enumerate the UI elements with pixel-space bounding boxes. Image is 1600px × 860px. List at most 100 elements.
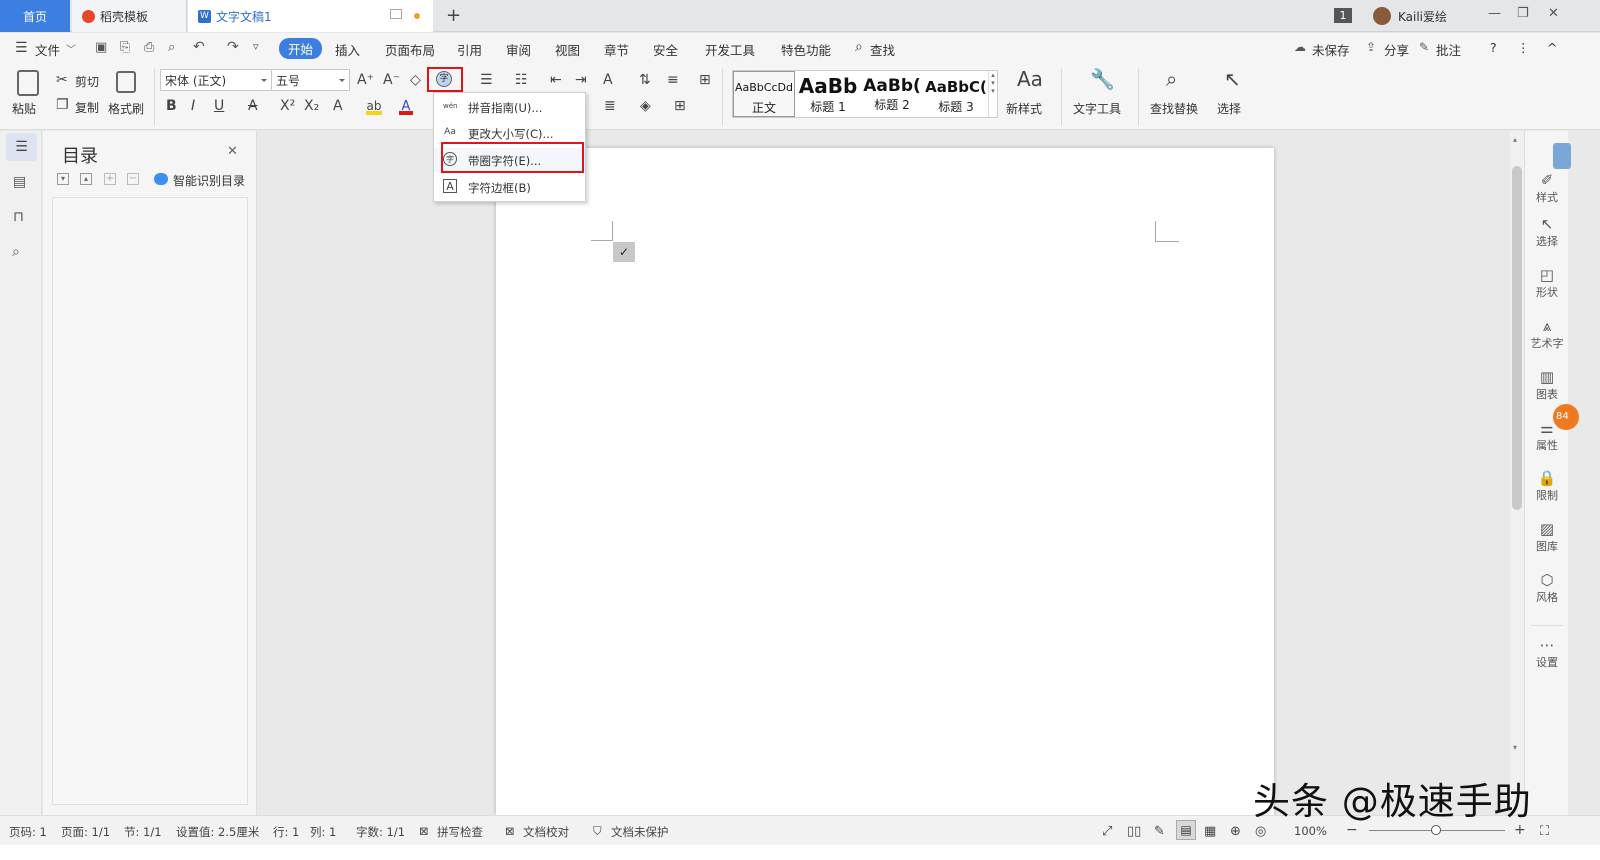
style-heading1[interactable]: AaBb 标题 1 [796, 71, 860, 117]
line-break-icon[interactable]: ≡ [667, 73, 679, 87]
quick-access-more-icon[interactable]: ▿ [253, 40, 259, 53]
right-chart[interactable]: ▥ 图表 [1525, 368, 1569, 402]
new-style-button[interactable]: 新样式 [1006, 100, 1042, 117]
scroll-down-icon[interactable]: ▾ [1513, 743, 1517, 752]
collapse-icon[interactable]: ▴ [80, 173, 92, 185]
save-status-button[interactable]: 未保存 [1312, 40, 1350, 59]
user-name[interactable]: Kaili爱绘 [1398, 8, 1447, 25]
document-page[interactable]: ✓ [496, 148, 1274, 815]
copy-button[interactable]: 复制 [75, 99, 99, 116]
print-icon[interactable]: ⎙ [144, 40, 154, 55]
right-select[interactable]: ↖ 选择 [1525, 215, 1569, 249]
expand-icon[interactable]: ▾ [57, 173, 69, 185]
toc-list[interactable] [52, 197, 248, 805]
restore-button[interactable]: ❐ [1517, 6, 1529, 21]
smart-toc-button[interactable]: 智能识别目录 [173, 172, 245, 189]
comment-button[interactable]: 批注 [1436, 40, 1461, 59]
menu-view[interactable]: 视图 [555, 40, 580, 59]
panel-tab-icon[interactable] [1553, 143, 1571, 169]
edit-mode-icon[interactable]: ✎ [1154, 824, 1165, 839]
strikethrough-icon[interactable]: A [248, 99, 258, 113]
scrollbar-thumb[interactable] [1512, 166, 1522, 510]
font-name-select[interactable]: 宋体 (正文) [160, 69, 272, 91]
cut-button[interactable]: 剪切 [75, 73, 99, 90]
status-section[interactable]: 节: 1/1 [124, 824, 162, 840]
right-theme[interactable]: ⬡ 风格 [1525, 571, 1569, 605]
outline-view-icon[interactable]: ▦ [1204, 824, 1216, 839]
collapse-ribbon-button[interactable]: ^ [1547, 40, 1557, 55]
minimize-button[interactable]: — [1488, 6, 1501, 21]
menu-review[interactable]: 审阅 [506, 40, 531, 59]
text-effect-icon[interactable]: A [333, 99, 343, 113]
menu-security[interactable]: 安全 [653, 40, 678, 59]
eye-protect-icon[interactable]: ◎ [1255, 824, 1266, 839]
monitor-icon[interactable] [390, 9, 402, 19]
avatar[interactable] [1373, 7, 1391, 25]
brush-icon[interactable] [116, 71, 136, 93]
export-icon[interactable]: ⎘ [120, 40, 130, 55]
border-icon[interactable]: ⊞ [674, 99, 686, 113]
shading-icon[interactable]: ◈ [640, 99, 651, 113]
outline-icon[interactable]: ▤ [13, 174, 26, 190]
line-spacing-icon[interactable]: ≣ [604, 99, 616, 113]
more-button[interactable]: ⋮ [1517, 40, 1530, 55]
menu-chapter[interactable]: 章节 [604, 40, 629, 59]
bullet-list-icon[interactable]: ☰ [480, 73, 493, 87]
page-view-icon[interactable]: ▤ [1176, 820, 1196, 840]
bookmark-icon[interactable]: ⊓ [13, 209, 24, 225]
font-color-icon[interactable]: A [399, 99, 413, 115]
menu-features[interactable]: 特色功能 [781, 40, 831, 59]
underline-icon[interactable]: U [214, 99, 224, 113]
sort-icon[interactable]: ⇅ [639, 73, 651, 87]
web-view-icon[interactable]: ⊕ [1230, 824, 1241, 839]
style-heading2[interactable]: AaBb( 标题 2 [860, 71, 924, 117]
format-painter-button[interactable]: 格式刷 [108, 100, 144, 117]
superscript-icon[interactable]: X² [280, 99, 295, 113]
hamburger-icon[interactable]: ☰ [15, 40, 28, 56]
menu-find[interactable]: 查找 [870, 40, 895, 59]
menu-file[interactable]: 文件 [35, 40, 60, 59]
menu-page-layout[interactable]: 页面布局 [385, 40, 435, 59]
bold-icon[interactable]: B [166, 99, 177, 113]
status-row[interactable]: 行: 1 [273, 824, 299, 840]
font-size-select[interactable]: 五号 [271, 69, 350, 91]
status-words[interactable]: 字数: 1/1 [356, 824, 405, 840]
menu-developer[interactable]: 开发工具 [705, 40, 755, 59]
undo-icon[interactable]: ↶ [193, 39, 205, 55]
style-heading3[interactable]: AaBbC( 标题 3 [924, 71, 988, 117]
close-window-button[interactable]: ✕ [1548, 6, 1559, 21]
right-gallery[interactable]: ▨ 图库 [1525, 520, 1569, 554]
toc-icon[interactable]: ☰ [6, 133, 37, 161]
menu-references[interactable]: 引用 [457, 40, 482, 59]
read-mode-icon[interactable]: ▯▯ [1127, 824, 1141, 839]
right-shape[interactable]: ◰ 形状 [1525, 266, 1569, 300]
eraser-icon[interactable]: ◇ [410, 73, 421, 87]
preview-icon[interactable]: ⌕ [168, 40, 175, 55]
selected-char[interactable]: ✓ [613, 242, 635, 262]
status-col[interactable]: 列: 1 [310, 824, 336, 840]
table-layout-icon[interactable]: ⊞ [699, 73, 711, 87]
subscript-icon[interactable]: X₂ [304, 99, 319, 113]
scroll-up-icon[interactable]: ▴ [1513, 135, 1517, 144]
paste-icon[interactable] [17, 70, 39, 96]
add-level-icon[interactable]: + [104, 173, 116, 185]
status-page[interactable]: 页码: 1 [9, 824, 47, 840]
paste-button[interactable]: 粘贴 [12, 100, 36, 117]
new-tab-button[interactable]: + [446, 5, 461, 26]
text-direction-icon[interactable]: A [603, 73, 613, 87]
text-tools-button[interactable]: 文字工具 [1073, 100, 1121, 117]
style-normal[interactable]: AaBbCcDd 正文 [733, 71, 795, 117]
find-replace-button[interactable]: 查找替换 [1150, 100, 1198, 117]
zoom-slider-handle[interactable] [1431, 825, 1441, 835]
style-scroll-icon[interactable]: ▴ ▾ ▾ [988, 71, 997, 117]
decrease-indent-icon[interactable]: ⇤ [550, 73, 562, 87]
right-settings[interactable]: ⋯ 设置 [1525, 636, 1569, 670]
numbered-list-icon[interactable]: ☷ [515, 73, 528, 87]
share-button[interactable]: 分享 [1384, 40, 1409, 59]
grow-font-icon[interactable]: A⁺ [357, 73, 374, 87]
notification-badge[interactable]: 84 [1553, 404, 1579, 430]
close-toc-button[interactable]: ✕ [227, 144, 238, 159]
proofread-button[interactable]: 文档校对 [523, 824, 569, 840]
right-wordart[interactable]: ⩓ 艺术字 [1525, 317, 1569, 351]
highlight-color-icon[interactable]: ab [366, 99, 382, 115]
